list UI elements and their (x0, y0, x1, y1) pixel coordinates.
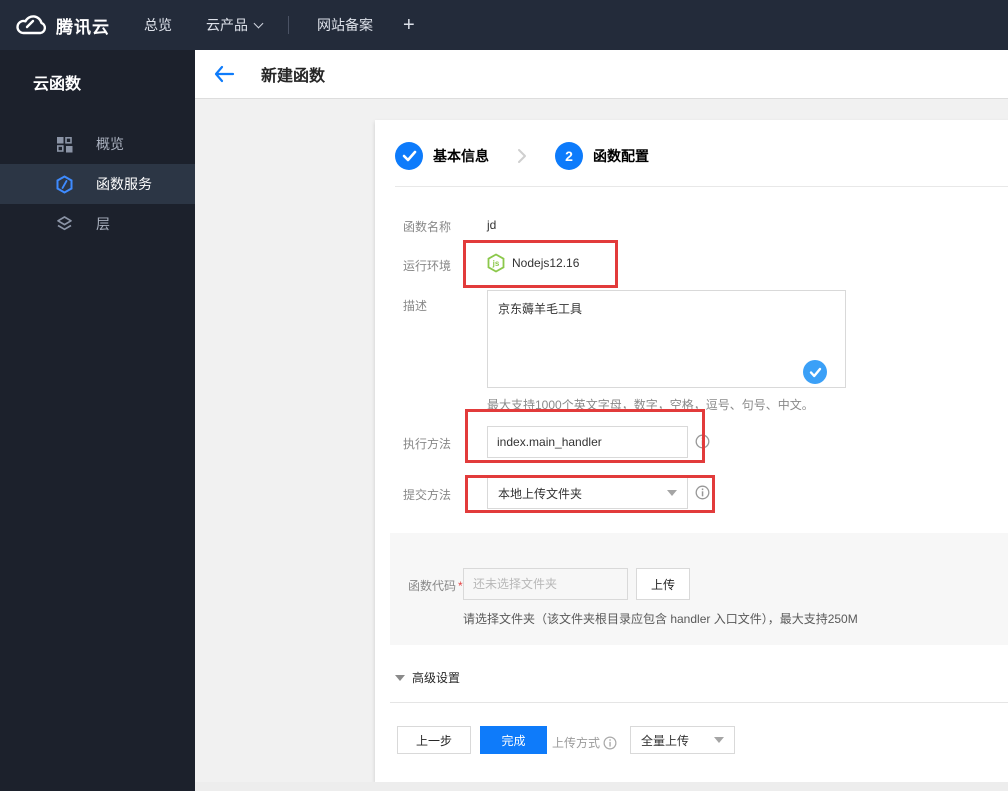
sidebar-item-function-service[interactable]: 函数服务 (0, 164, 195, 204)
previous-step-button[interactable]: 上一步 (397, 726, 471, 754)
topbar: 腾讯云 总览 云产品 网站备案 + (0, 0, 1008, 50)
submit-method-info-icon[interactable] (695, 485, 710, 500)
sidebar-menu: 概览 函数服务 层 (0, 124, 195, 244)
caret-down-icon (714, 737, 724, 743)
footer-divider (390, 702, 1008, 703)
layers-icon (55, 215, 74, 234)
topnav-icp-filing[interactable]: 网站备案 (317, 15, 373, 35)
submit-method-select[interactable]: 本地上传文件夹 (487, 477, 688, 509)
step2-label: 函数配置 (593, 148, 649, 164)
page-title: 新建函数 (261, 68, 326, 85)
sidebar-title: 云函数 (33, 76, 82, 93)
topnav-divider (288, 16, 289, 34)
function-hexagon-icon (55, 174, 74, 194)
check-icon (402, 150, 416, 162)
sidebar-item-layers[interactable]: 层 (0, 204, 195, 244)
nodejs-icon: js (487, 253, 505, 273)
add-tab-button[interactable]: + (403, 14, 415, 37)
upload-mode-value: 全量上传 (641, 733, 690, 748)
runtime-value-row: js Nodejs12.16 (487, 253, 579, 273)
finish-button[interactable]: 完成 (480, 726, 547, 754)
function-name-label: 函数名称 (403, 220, 452, 234)
grid-icon (55, 135, 74, 154)
upload-mode-select[interactable]: 全量上传 (630, 726, 735, 754)
caret-down-icon (667, 490, 677, 496)
page-header: 新建函数 (195, 50, 1008, 99)
function-name-value: jd (487, 218, 497, 232)
handler-input[interactable] (487, 426, 688, 458)
step1-done-circle (395, 142, 423, 170)
runtime-value: Nodejs12.16 (512, 256, 580, 270)
sidebar-item-label: 函数服务 (96, 176, 152, 192)
sidebar-item-overview[interactable]: 概览 (0, 124, 195, 164)
chevron-down-icon (253, 18, 264, 28)
handler-label: 执行方法 (403, 437, 452, 451)
sidebar-item-label: 概览 (96, 136, 124, 152)
cloud-logo-icon (14, 13, 48, 37)
topnav-cloud-products[interactable]: 云产品 (206, 15, 264, 35)
description-label: 描述 (403, 299, 428, 313)
submit-method-value: 本地上传文件夹 (498, 486, 583, 501)
svg-text:js: js (492, 259, 500, 268)
topnav-overview[interactable]: 总览 (144, 15, 172, 35)
function-code-label: 函数代码 * (408, 579, 463, 593)
code-hint: 请选择文件夹（该文件夹根目录应包含 handler 入口文件），最大支持250M (463, 612, 858, 626)
sidebar-item-label: 层 (96, 216, 110, 232)
description-textarea[interactable]: 京东薅羊毛工具 (487, 290, 846, 388)
triangle-down-icon (395, 674, 405, 681)
submit-method-label: 提交方法 (403, 488, 452, 502)
arrow-left-icon (214, 65, 235, 83)
handler-info-icon[interactable] (695, 434, 710, 449)
runtime-label: 运行环境 (403, 259, 452, 273)
step1-label: 基本信息 (433, 148, 489, 164)
folder-path-input[interactable] (463, 568, 628, 600)
back-button[interactable] (213, 65, 235, 83)
sidebar: 云函数 概览 函数服务 层 (0, 50, 195, 791)
valid-check-icon (803, 360, 827, 384)
upload-mode-info-icon[interactable] (603, 736, 617, 750)
upload-button[interactable]: 上传 (636, 568, 690, 600)
tencent-cloud-logo[interactable]: 腾讯云 (14, 13, 110, 38)
advanced-settings-toggle[interactable]: 高级设置 (395, 669, 460, 686)
create-function-card: 基本信息 2 函数配置 函数名称 jd 运行环境 js Nodejs12.16 … (375, 120, 1008, 782)
upload-mode-label: 上传方式 (552, 734, 617, 751)
chevron-right-icon (517, 148, 527, 164)
advanced-settings-label: 高级设置 (412, 671, 461, 685)
brand-name: 腾讯云 (56, 17, 110, 37)
required-asterisk: * (458, 579, 463, 593)
step2-number-circle: 2 (555, 142, 583, 170)
page-bottom-strip (195, 782, 1008, 791)
steps-divider (395, 186, 1008, 187)
description-hint: 最大支持1000个英文字母，数字，空格，逗号、句号、中文。 (487, 398, 814, 412)
step-indicator: 基本信息 2 函数配置 (395, 142, 649, 170)
